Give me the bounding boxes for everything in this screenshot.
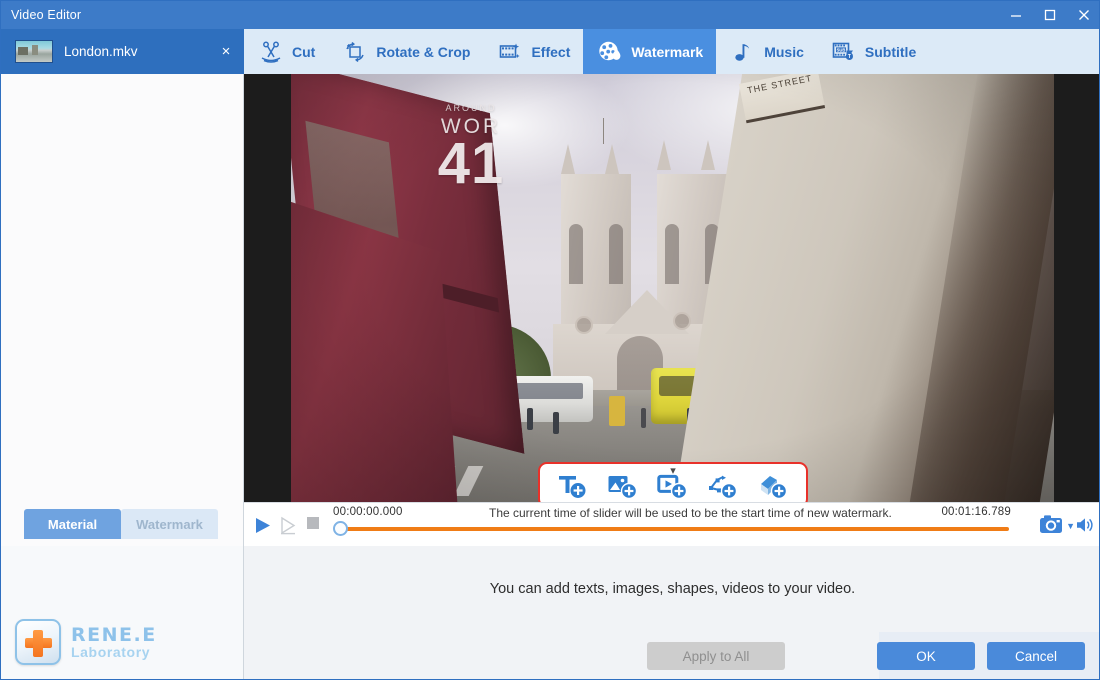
progress-handle[interactable]	[333, 521, 348, 536]
tab-effect[interactable]: Effect	[483, 29, 583, 74]
video-thumbnail	[15, 40, 53, 63]
cancel-button[interactable]: Cancel	[987, 642, 1085, 670]
tab-music-label: Music	[764, 43, 804, 60]
tab-strip: London.mkv × Cut Rotate & Crop Effect Wa…	[1, 29, 1099, 74]
video-frame: UNDISPUTED AROUND WOR	[291, 74, 1054, 502]
stop-button[interactable]	[306, 516, 320, 535]
pedestrian	[553, 412, 559, 434]
tab-watermark[interactable]: Watermark	[583, 29, 717, 74]
progress-track[interactable]	[340, 527, 1009, 531]
player-bar: 00:00:00.000 The current time of slider …	[244, 502, 1099, 546]
close-icon[interactable]	[1067, 1, 1099, 29]
info-bar: You can add texts, images, shapes, video…	[244, 546, 1099, 632]
tab-rotate-crop-label: Rotate & Crop	[376, 43, 471, 60]
effect-icon	[496, 38, 524, 66]
video-preview-stage[interactable]: UNDISPUTED AROUND WOR	[244, 74, 1099, 502]
action-bar: Apply to All OK Cancel	[244, 632, 1099, 679]
add-image-icon[interactable]	[603, 472, 643, 502]
snapshot-dropdown-icon[interactable]: ▼	[1066, 521, 1075, 531]
window-title: Video Editor	[11, 8, 82, 22]
volume-icon[interactable]	[1075, 516, 1095, 539]
snapshot-icon[interactable]	[1039, 514, 1063, 539]
tab-cut-label: Cut	[292, 43, 316, 60]
total-time: 00:01:16.789	[941, 506, 1011, 518]
panel-tab-material[interactable]: Material	[24, 509, 121, 539]
add-shape-icon[interactable]	[703, 472, 743, 502]
pedestrian	[527, 408, 533, 430]
tab-music[interactable]: Music	[716, 29, 817, 74]
window-controls	[999, 1, 1099, 29]
brand-sub: Laboratory	[71, 644, 151, 660]
minimize-icon[interactable]	[999, 1, 1033, 29]
chevron-down-icon[interactable]: ▾	[670, 466, 676, 477]
file-tab-london[interactable]: London.mkv ×	[1, 29, 244, 74]
watermark-line-1: AROUND	[445, 103, 497, 113]
watermark-hint-text: The current time of slider will be used …	[489, 506, 892, 520]
tab-rotate-crop[interactable]: Rotate & Crop	[328, 29, 483, 74]
brand-logo: RENE.E Laboratory	[15, 619, 157, 665]
info-text: You can add texts, images, shapes, video…	[489, 581, 856, 597]
ok-button[interactable]: OK	[877, 642, 975, 670]
current-time: 00:00:00.000	[333, 506, 403, 518]
tab-effect-label: Effect	[531, 43, 571, 60]
brand-name: RENE.E	[71, 624, 157, 646]
title-bar: Video Editor	[1, 1, 1099, 29]
file-tab-close-icon[interactable]: ×	[216, 43, 236, 60]
rene-e-cross-icon	[15, 619, 61, 665]
litter-bin	[609, 396, 625, 426]
play-button[interactable]	[253, 516, 272, 540]
pause-button[interactable]	[279, 516, 298, 540]
subtitle-icon: SUB T	[830, 38, 858, 66]
svg-text:SUB: SUB	[837, 47, 846, 52]
material-list-panel[interactable]	[1, 74, 244, 509]
brand-text: RENE.E Laboratory	[71, 624, 157, 660]
embedded-watermark-text: AROUND WOR 41	[391, 104, 551, 193]
file-tab-label: London.mkv	[64, 44, 138, 59]
video-editor-window: Video Editor London.mkv × Cut Rotate & C…	[0, 0, 1100, 680]
cut-icon	[257, 38, 285, 66]
tab-subtitle-label: Subtitle	[864, 43, 917, 60]
music-note-icon	[729, 38, 757, 66]
panel-tab-bar: Material Watermark	[1, 509, 244, 546]
tab-subtitle[interactable]: SUB T Subtitle	[817, 29, 929, 74]
tab-cut[interactable]: Cut	[244, 29, 328, 74]
watermark-icon	[596, 38, 624, 66]
bollard	[641, 408, 646, 428]
maximize-icon[interactable]	[1033, 1, 1067, 29]
add-mosaic-icon[interactable]	[753, 472, 793, 502]
watermark-line-3: 41	[437, 131, 505, 196]
nav-tabs: Cut Rotate & Crop Effect Watermark Music…	[244, 29, 929, 74]
tab-watermark-label: Watermark	[631, 43, 704, 60]
add-text-icon[interactable]	[553, 472, 593, 502]
panel-tab-watermark[interactable]: Watermark	[121, 509, 218, 539]
apply-to-all-button[interactable]: Apply to All	[647, 642, 785, 670]
rotate-crop-icon	[341, 38, 369, 66]
svg-text:T: T	[848, 54, 851, 60]
